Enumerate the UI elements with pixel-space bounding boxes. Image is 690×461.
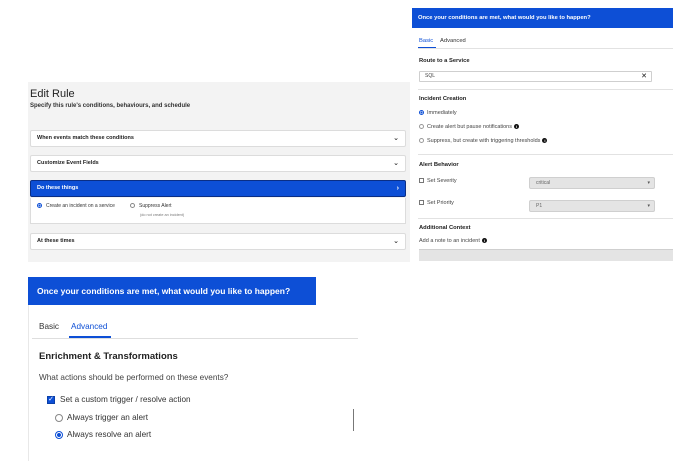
radio-selected-icon [55,430,63,439]
radio-selected-icon [37,203,42,209]
suppress-hint: (do not create an incident) [140,213,185,217]
divider [418,154,673,155]
section-conditions[interactable]: When events match these conditions ⌄ [30,130,406,147]
incident-heading: Incident Creation [419,96,467,102]
radio-suppress-thresholds[interactable]: Suppress, but create with triggering thr… [419,138,548,144]
checkbox-set-priority[interactable]: Set Priority [419,200,454,206]
divider [418,48,673,49]
severity-select[interactable]: critical ▾ [529,177,655,189]
section-label: Do these things [37,185,79,191]
info-icon[interactable]: i [542,138,548,144]
section-at-these-times[interactable]: At these times ⌄ [30,233,406,250]
section-label: When events match these conditions [37,135,134,141]
priority-select[interactable]: P1 ▾ [529,200,655,212]
note-label: Add a note to an incident i [419,238,487,244]
panel-border [28,305,29,461]
checkbox-custom-trigger[interactable]: ✓ Set a custom trigger / resolve action [47,395,191,404]
tab-advanced[interactable]: Advanced [71,322,107,331]
edit-rule-panel: Edit Rule Specify this rule's conditions… [28,82,410,262]
info-icon[interactable]: i [514,124,519,130]
radio-create-incident[interactable]: Create an incident on a service [37,203,115,209]
chevron-down-icon: ▾ [647,180,650,186]
page-subtitle: Specify this rule's conditions, behaviou… [30,103,191,109]
chevron-down-icon: ▾ [647,203,650,209]
section-label: Customize Event Fields [37,160,99,166]
checkbox-icon [419,200,424,206]
radio-always-resolve[interactable]: Always resolve an alert [55,430,151,439]
route-service-input[interactable]: SQL ✕ [419,71,652,82]
section-customize-fields[interactable]: Customize Event Fields ⌄ [30,155,406,172]
radio-icon [130,203,135,209]
additional-context-heading: Additional Context [419,225,471,231]
radio-icon [419,124,424,130]
checkbox-checked-icon: ✓ [47,395,55,404]
chevron-right-icon: › [396,185,399,192]
route-heading: Route to a Service [419,58,470,64]
do-things-options: Create an incident on a service Suppress… [30,198,406,224]
bottom-panel-header: Once your conditions are met, what would… [28,277,316,305]
actions-question: What actions should be performed on thes… [39,373,229,382]
tab-basic[interactable]: Basic [39,322,59,331]
chevron-down-icon: ⌄ [393,135,399,142]
tab-basic[interactable]: Basic [419,38,433,44]
info-icon[interactable]: i [481,238,487,244]
text-cursor [353,409,354,431]
checkbox-icon [419,178,424,184]
radio-suppress-alert[interactable]: Suppress Alert [130,203,172,209]
radio-always-trigger[interactable]: Always trigger an alert [55,413,148,422]
radio-icon [419,138,424,144]
bottom-panel-body: Basic Advanced Enrichment & Transformati… [28,305,358,461]
tab-advanced[interactable]: Advanced [440,38,466,44]
right-panel-header: Once your conditions are met, what would… [412,8,673,28]
checkbox-set-severity[interactable]: Set Severity [419,178,457,184]
radio-selected-icon [419,110,424,116]
enrichment-heading: Enrichment & Transformations [39,351,178,362]
radio-icon [55,413,63,422]
alert-behavior-heading: Alert Behavior [419,162,459,168]
note-input[interactable] [419,249,673,261]
radio-immediately[interactable]: Immediately [419,110,457,116]
divider [418,89,673,90]
right-panel-body: Basic Advanced Route to a Service SQL ✕ … [412,28,673,261]
radio-pause-notifications[interactable]: Create alert but pause notifications i [419,124,519,130]
section-do-these-things[interactable]: Do these things › [30,180,406,197]
chevron-down-icon: ⌄ [393,160,399,167]
close-icon[interactable]: ✕ [641,72,647,81]
section-label: At these times [37,238,75,244]
page-title: Edit Rule [30,88,75,100]
chevron-down-icon: ⌄ [393,238,399,245]
divider [32,338,358,339]
divider [418,218,673,219]
